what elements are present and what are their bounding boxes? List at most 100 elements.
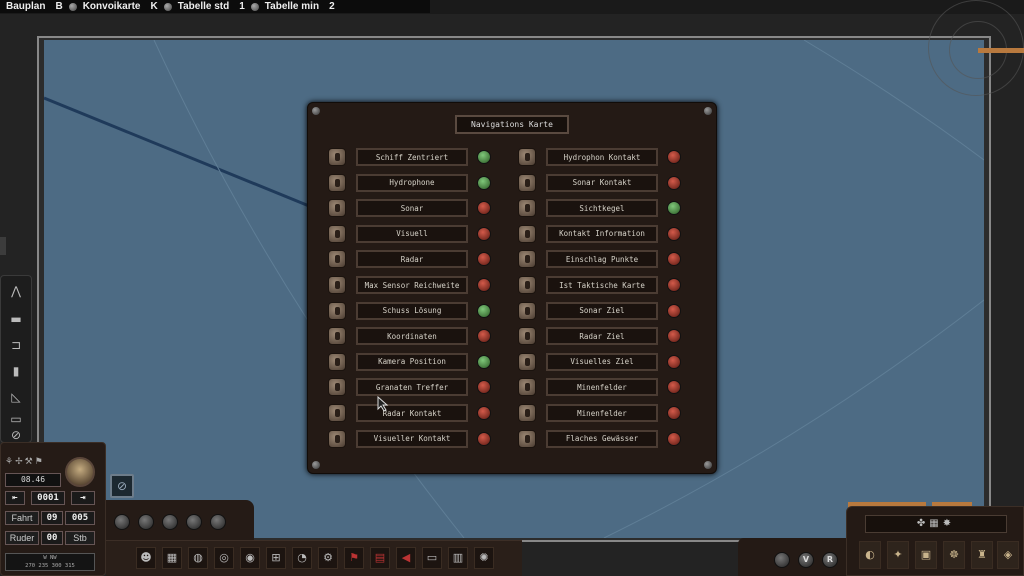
round-button[interactable] bbox=[162, 514, 178, 530]
toggle-knob-icon[interactable] bbox=[518, 148, 536, 166]
option-button[interactable]: Visuell bbox=[356, 224, 468, 243]
toggle-knob-icon[interactable] bbox=[328, 378, 346, 397]
option-row: Flaches Gewässer bbox=[518, 429, 681, 449]
panel-title: Navigations Karte bbox=[455, 115, 569, 134]
option-button[interactable]: Max Sensor Reichweite bbox=[356, 276, 468, 294]
log-icon[interactable]: ▥ bbox=[448, 547, 468, 569]
deck-gun-icon[interactable]: ⊞ bbox=[266, 547, 286, 569]
toggle-knob-icon[interactable] bbox=[328, 327, 346, 346]
divider-compass-icon[interactable]: ⋀ bbox=[7, 282, 25, 300]
view-r-button[interactable]: R bbox=[822, 552, 838, 568]
torpedo-icon[interactable]: ▭ bbox=[422, 547, 442, 569]
option-button[interactable]: Radar bbox=[356, 250, 468, 269]
option-button[interactable]: Radar Kontakt bbox=[356, 404, 468, 422]
hotkey-tabelle-std[interactable]: Tabelle std 1 bbox=[172, 1, 259, 12]
option-button[interactable]: Kamera Position bbox=[356, 352, 468, 371]
sonar-station-icon[interactable]: ◍ bbox=[188, 547, 208, 569]
arrow-icon[interactable]: ◀ bbox=[396, 547, 416, 569]
periscope-gauge-icon[interactable] bbox=[65, 457, 95, 487]
toggle-knob-icon[interactable] bbox=[518, 173, 536, 192]
toggle-knob-icon[interactable] bbox=[328, 199, 346, 218]
option-button[interactable]: Flaches Gewässer bbox=[546, 429, 658, 448]
periscope-station-icon[interactable]: ◎ bbox=[214, 547, 234, 569]
option-button[interactable]: Visuelles Ziel bbox=[546, 352, 658, 371]
toggle-knob-icon[interactable] bbox=[328, 276, 346, 294]
option-button[interactable]: Schiff Zentriert bbox=[356, 148, 468, 166]
counter-right-button[interactable]: ⇥ bbox=[71, 491, 95, 505]
hotkey-bauplan[interactable]: Bauplan B bbox=[0, 1, 77, 12]
round-button[interactable] bbox=[186, 514, 202, 530]
crew-slot-icon[interactable]: ♜ bbox=[971, 541, 993, 569]
option-button[interactable]: Sonar Kontakt bbox=[546, 173, 658, 192]
toggle-knob-icon[interactable] bbox=[328, 148, 346, 166]
toggle-knob-icon[interactable] bbox=[518, 301, 536, 320]
settings-icon[interactable]: ✺ bbox=[474, 547, 494, 569]
rudder-direction[interactable]: Stb bbox=[65, 531, 95, 545]
toggle-knob-icon[interactable] bbox=[328, 173, 346, 192]
option-button[interactable]: Radar Ziel bbox=[546, 327, 658, 346]
eraser-icon[interactable]: ▮ bbox=[7, 362, 25, 380]
toggle-knob-icon[interactable] bbox=[518, 224, 536, 243]
round-button[interactable] bbox=[138, 514, 154, 530]
flag-icon[interactable]: ⚑ bbox=[344, 547, 364, 569]
toggle-knob-icon[interactable] bbox=[518, 429, 536, 448]
option-button[interactable]: Ist Taktische Karte bbox=[546, 276, 658, 294]
option-button[interactable]: Koordinaten bbox=[356, 327, 468, 346]
counter-left-button[interactable]: ⇤ bbox=[5, 491, 25, 505]
speed-value[interactable]: 09 bbox=[41, 511, 63, 525]
option-button[interactable]: Hydrophone bbox=[356, 173, 468, 192]
option-button[interactable]: Einschlag Punkte bbox=[546, 250, 658, 269]
toggle-knob-icon[interactable] bbox=[328, 404, 346, 422]
option-row: Koordinaten bbox=[328, 326, 491, 346]
protractor-icon[interactable]: ⊐ bbox=[7, 336, 25, 354]
crew-slot-icon[interactable]: ◐ bbox=[859, 541, 881, 569]
view-button[interactable] bbox=[774, 552, 790, 568]
crew-station-icon[interactable]: ☻ bbox=[136, 547, 156, 569]
toggle-knob-icon[interactable] bbox=[518, 276, 536, 294]
map-station-icon[interactable]: ▦ bbox=[162, 547, 182, 569]
option-button[interactable]: Sonar Ziel bbox=[546, 301, 658, 320]
map-toggle-button[interactable]: ⊘ bbox=[110, 474, 134, 498]
radar-station-icon[interactable]: ◉ bbox=[240, 547, 260, 569]
ruler-icon[interactable]: ▬ bbox=[7, 310, 25, 328]
engine-station-icon[interactable]: ⚙ bbox=[318, 547, 338, 569]
option-button[interactable]: Hydrophon Kontakt bbox=[546, 148, 658, 166]
option-button[interactable]: Minenfelder bbox=[546, 378, 658, 397]
triangle-ruler-icon[interactable]: ◺ bbox=[7, 388, 25, 406]
toggle-knob-icon[interactable] bbox=[518, 250, 536, 269]
gauge-station-icon[interactable]: ◔ bbox=[292, 547, 312, 569]
rudder-value[interactable]: 00 bbox=[41, 531, 63, 545]
crew-tools-icons[interactable]: ✤▦✸ bbox=[865, 515, 1007, 533]
toggle-knob-icon[interactable] bbox=[518, 378, 536, 397]
crew-slot-icon[interactable]: ◈ bbox=[997, 541, 1019, 569]
option-button[interactable]: Minenfelder bbox=[546, 404, 658, 422]
toggle-knob-icon[interactable] bbox=[328, 429, 346, 448]
toggle-knob-icon[interactable] bbox=[518, 352, 536, 371]
option-button[interactable]: Sonar bbox=[356, 199, 468, 218]
left-edge-tab[interactable] bbox=[0, 237, 6, 255]
toggle-knob-icon[interactable] bbox=[328, 250, 346, 269]
option-button[interactable]: Kontakt Information bbox=[546, 224, 658, 243]
option-button[interactable]: Schuss Lösung bbox=[356, 301, 468, 320]
option-button[interactable]: Granaten Treffer bbox=[356, 378, 468, 397]
option-button[interactable]: Visueller Kontakt bbox=[356, 429, 468, 448]
crew-slot-icon[interactable]: ✦ bbox=[887, 541, 909, 569]
toggle-knob-icon[interactable] bbox=[328, 301, 346, 320]
hotkey-tabelle-min[interactable]: Tabelle min 2 bbox=[259, 1, 339, 12]
option-button[interactable]: Sichtkegel bbox=[546, 199, 658, 218]
toggle-knob-icon[interactable] bbox=[518, 199, 536, 218]
toggle-knob-icon[interactable] bbox=[328, 352, 346, 371]
toggle-knob-icon[interactable] bbox=[518, 327, 536, 346]
toggle-knob-icon[interactable] bbox=[328, 224, 346, 243]
speed-knots[interactable]: 005 bbox=[65, 511, 95, 525]
hotkey-konvoikarte[interactable]: Konvoikarte K bbox=[77, 1, 172, 12]
crew-slot-icon[interactable]: ☸ bbox=[943, 541, 965, 569]
status-light-icon bbox=[477, 175, 491, 190]
toggle-knob-icon[interactable] bbox=[518, 404, 536, 422]
view-v-button[interactable]: V bbox=[798, 552, 814, 568]
round-button[interactable] bbox=[114, 514, 130, 530]
heading-scale[interactable]: W NW 270 235 300 315 bbox=[5, 553, 95, 571]
crew-slot-icon[interactable]: ▣ bbox=[915, 541, 937, 569]
round-button[interactable] bbox=[210, 514, 226, 530]
document-icon[interactable]: ▤ bbox=[370, 547, 390, 569]
